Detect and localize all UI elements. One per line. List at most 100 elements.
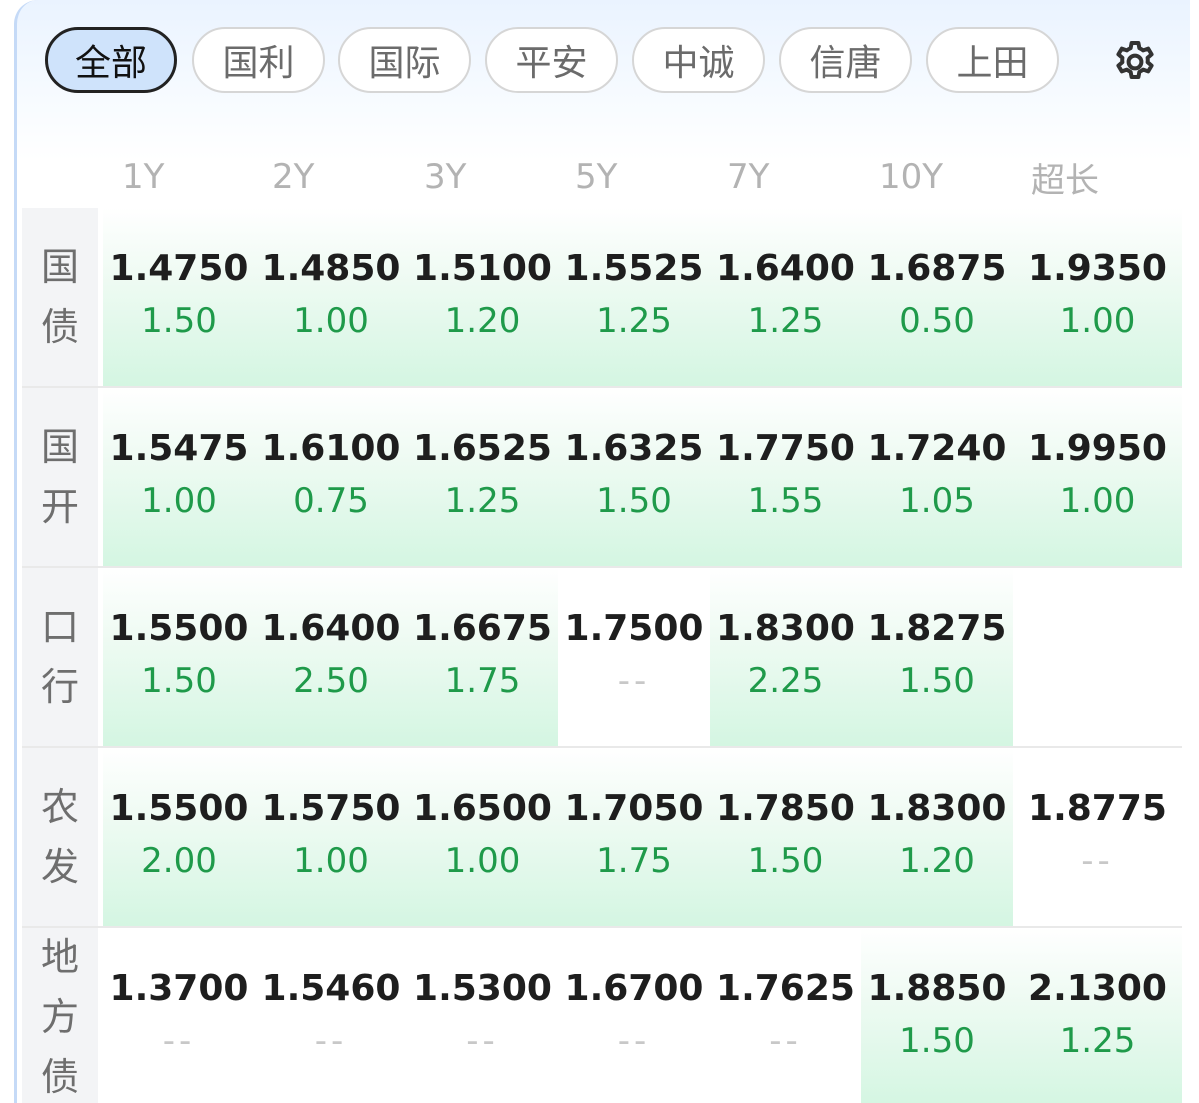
- table-cell[interactable]: 1.5500 1.50: [103, 568, 255, 746]
- yield-value: 1.7240: [867, 428, 1007, 469]
- column-header-4: 7Y: [727, 157, 770, 197]
- row-label-char: 农: [40, 785, 79, 829]
- row-label-char: 国: [40, 245, 79, 289]
- change-value: --: [617, 1021, 651, 1061]
- table-cell[interactable]: 1.7050 1.75: [558, 748, 710, 926]
- change-value: 0.75: [293, 481, 369, 521]
- table-cell[interactable]: 1.5300 --: [407, 928, 558, 1103]
- yield-value: 1.8300: [716, 608, 855, 649]
- table-cell[interactable]: 1.7850 1.50: [710, 748, 861, 926]
- table-cell[interactable]: 1.7750 1.55: [710, 388, 861, 566]
- row-label-char: 开: [40, 485, 79, 529]
- tab-guoli[interactable]: 国利: [192, 27, 325, 93]
- row-label-char: 行: [40, 665, 79, 709]
- table-cell[interactable]: 1.6875 0.50: [861, 208, 1013, 386]
- yield-value: 1.8275: [867, 608, 1007, 649]
- table-cell[interactable]: 1.4850 1.00: [255, 208, 407, 386]
- row-label: 农发: [22, 748, 98, 926]
- tab-xintang[interactable]: 信唐: [779, 27, 912, 93]
- yield-value: 1.9950: [1028, 428, 1167, 469]
- change-value: 1.00: [141, 481, 217, 521]
- row-label-char: 方: [40, 995, 79, 1039]
- table-cell[interactable]: 1.6500 1.00: [407, 748, 558, 926]
- table-cell[interactable]: 2.1300 1.25: [1013, 928, 1182, 1103]
- tab-pingan[interactable]: 平安: [485, 27, 618, 93]
- yield-value: 1.8850: [867, 968, 1007, 1009]
- table-row[interactable]: 口行 1.5500 1.50 1.6400 2.50 1.6675 1.75 1.7500 --…: [22, 568, 1182, 748]
- yield-value: 1.5525: [564, 248, 704, 289]
- table-cell[interactable]: 1.5460 --: [255, 928, 407, 1103]
- yield-value: 1.7850: [716, 788, 855, 829]
- yield-value: 1.4850: [261, 248, 401, 289]
- yield-value: 1.8300: [867, 788, 1007, 829]
- change-value: 1.50: [899, 1021, 975, 1061]
- table-cell[interactable]: 1.7625 --: [710, 928, 861, 1103]
- yield-value: 1.5750: [261, 788, 401, 829]
- column-header-2: 3Y: [424, 157, 467, 197]
- yield-value: 1.6400: [716, 248, 855, 289]
- yield-value: 1.6525: [413, 428, 552, 469]
- change-value: 2.00: [141, 841, 217, 881]
- table-cell[interactable]: 1.5750 1.00: [255, 748, 407, 926]
- table-cell[interactable]: 1.8275 1.50: [861, 568, 1013, 746]
- row-label-char: 债: [40, 1055, 79, 1099]
- change-value: 1.55: [747, 481, 824, 521]
- table-cell[interactable]: 1.5525 1.25: [558, 208, 710, 386]
- yield-value: 1.6500: [413, 788, 552, 829]
- change-value: 1.00: [293, 301, 369, 341]
- table-cell[interactable]: [1013, 568, 1182, 746]
- row-label: 国债: [22, 208, 98, 386]
- table-cell[interactable]: 1.8850 1.50: [861, 928, 1013, 1103]
- table-row[interactable]: 国债 1.4750 1.50 1.4850 1.00 1.5100 1.20 1.5525 1.…: [22, 208, 1182, 388]
- change-value: 1.50: [141, 301, 217, 341]
- row-label-char: 债: [40, 305, 79, 349]
- table-row[interactable]: 农发 1.5500 2.00 1.5750 1.00 1.6500 1.00 1.7050 1.…: [22, 748, 1182, 928]
- table-cell[interactable]: 1.5500 2.00: [103, 748, 255, 926]
- column-header-1: 2Y: [272, 157, 315, 197]
- table-cell[interactable]: 1.6675 1.75: [407, 568, 558, 746]
- row-label: 口行: [22, 568, 98, 746]
- table-cell[interactable]: 1.8300 2.25: [710, 568, 861, 746]
- change-value: --: [1081, 841, 1114, 881]
- row-label-char: 口: [40, 605, 79, 649]
- table-cell[interactable]: 1.8775 --: [1013, 748, 1182, 926]
- yield-value: 1.4750: [109, 248, 249, 289]
- tab-all[interactable]: 全部: [45, 27, 177, 93]
- yield-value: 1.6100: [261, 428, 401, 469]
- table-cell[interactable]: 1.6400 1.25: [710, 208, 861, 386]
- yield-value: 1.7500: [564, 608, 704, 649]
- change-value: 0.50: [899, 301, 975, 341]
- change-value: 1.05: [899, 481, 975, 521]
- yield-value: 1.6700: [564, 968, 704, 1009]
- tab-zhongcheng[interactable]: 中诚: [632, 27, 765, 93]
- table-row[interactable]: 国开 1.5475 1.00 1.6100 0.75 1.6525 1.25 1.6325 1.…: [22, 388, 1182, 568]
- column-header-5: 10Y: [879, 157, 944, 197]
- change-value: --: [314, 1021, 348, 1061]
- yield-value: 1.6675: [413, 608, 552, 649]
- change-value: 1.25: [444, 481, 521, 521]
- table-row[interactable]: 地方债 1.3700 -- 1.5460 -- 1.5300 -- 1.6700 -- 1.762…: [22, 928, 1182, 1103]
- yield-value: 1.5300: [413, 968, 552, 1009]
- tab-shangtian[interactable]: 上田: [926, 27, 1059, 93]
- table-cell[interactable]: 1.5100 1.20: [407, 208, 558, 386]
- table-cell[interactable]: 1.7240 1.05: [861, 388, 1013, 566]
- row-label: 国开: [22, 388, 98, 566]
- gear-icon[interactable]: [1111, 38, 1159, 86]
- change-value: 1.00: [1059, 301, 1136, 341]
- tab-guoji[interactable]: 国际: [338, 27, 471, 93]
- table-cell[interactable]: 1.4750 1.50: [103, 208, 255, 386]
- table-cell[interactable]: 1.7500 --: [558, 568, 710, 746]
- table-cell[interactable]: 1.6100 0.75: [255, 388, 407, 566]
- table-cell[interactable]: 1.6525 1.25: [407, 388, 558, 566]
- yield-value: 1.7750: [716, 428, 855, 469]
- table-cell[interactable]: 1.6400 2.50: [255, 568, 407, 746]
- table-cell[interactable]: 1.3700 --: [103, 928, 255, 1103]
- bond-yield-card: 全部 国利 国际 平安 中诚 信唐 上田 1Y 2Y 3Y 5Y 7Y 10Y 超长 国债1…: [14, 0, 1190, 1103]
- table-cell[interactable]: 1.9350 1.00: [1013, 208, 1182, 386]
- change-value: 1.00: [293, 841, 369, 881]
- table-cell[interactable]: 1.8300 1.20: [861, 748, 1013, 926]
- table-cell[interactable]: 1.9950 1.00: [1013, 388, 1182, 566]
- table-cell[interactable]: 1.5475 1.00: [103, 388, 255, 566]
- table-cell[interactable]: 1.6325 1.50: [558, 388, 710, 566]
- table-cell[interactable]: 1.6700 --: [558, 928, 710, 1103]
